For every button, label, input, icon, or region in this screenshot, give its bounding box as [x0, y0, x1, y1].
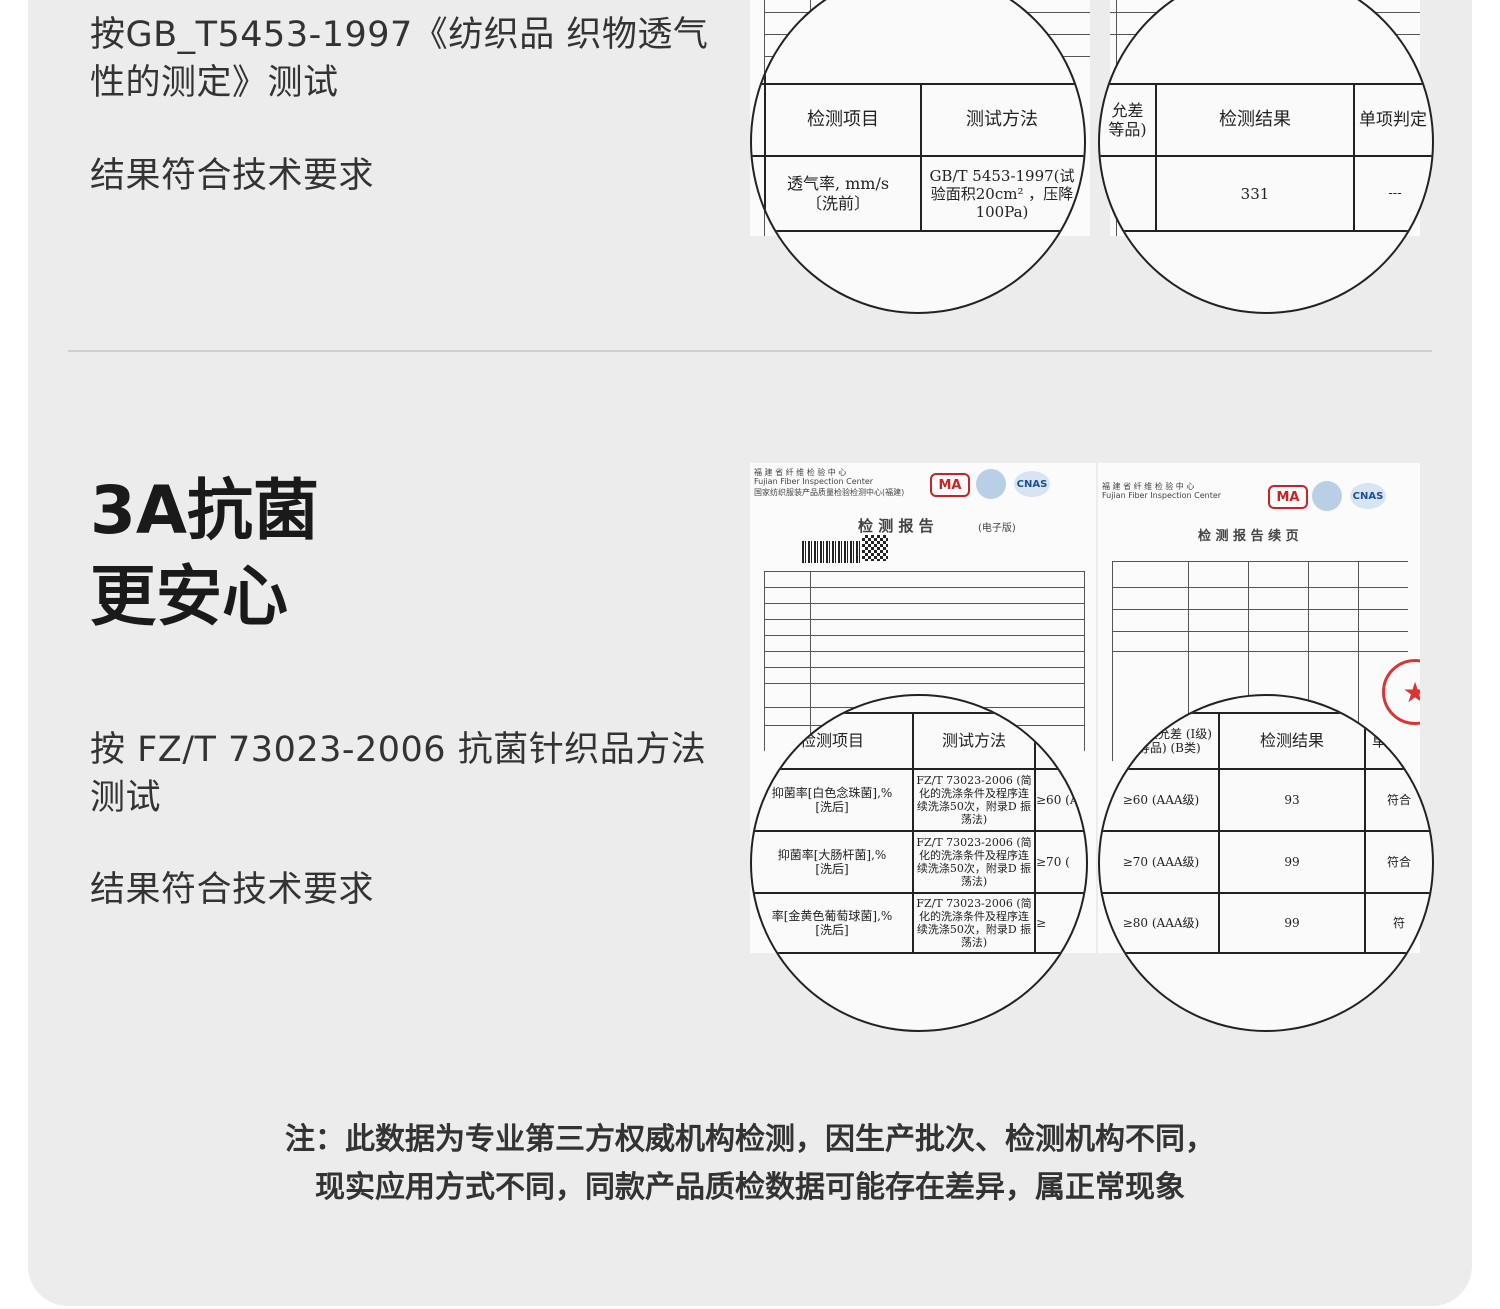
- section2-desc-line1: 按 FZ/T 73023-2006 抗菌针织品方法: [90, 730, 707, 770]
- cma-badge-2: MA: [1268, 485, 1308, 509]
- section1-description: 按GB_T5453-1997《纺织品 织物透气 性的测定》测试: [90, 11, 708, 107]
- ilac-badge-icon: [976, 469, 1006, 499]
- row-candida-standard: ≥60 (A: [1036, 792, 1079, 807]
- cell-air-permeability-result: 331: [1240, 184, 1270, 203]
- section2-title-line2: 更安心: [90, 558, 288, 635]
- section1-result: 结果符合技术要求: [90, 156, 375, 196]
- continue-report-title: 检 测 报 告 续 页: [1198, 529, 1299, 544]
- row-candida-item: 抑菌率[白色念珠菌],% [洗后]: [752, 770, 912, 830]
- row-ecoli-method: FZ/T 73023-2006 (简化的洗涤条件及程序连续洗涤50次，附录D 振…: [916, 835, 1032, 889]
- cell-air-permeability-method: GB/T 5453-1997(试 验面积20cm² ，压降 100Pa): [922, 157, 1082, 230]
- section-divider: [68, 350, 1432, 352]
- qr-code-icon: [862, 535, 888, 561]
- row-staph-standard: ≥: [1036, 915, 1047, 930]
- row1-judgment: 符合: [1386, 792, 1411, 807]
- header-test-item: 检测项目: [807, 109, 879, 131]
- barcode-icon: [802, 541, 860, 563]
- header-item-judgment-2: 单项判: [1372, 732, 1418, 750]
- section2-title: 3A抗菌 更安心: [90, 468, 319, 640]
- disclaimer-line1: 注：此数据为专业第三方权威机构检测，因生产批次、检测机构不同，: [285, 1122, 1215, 1157]
- cell-air-permeability-judgment: ---: [1388, 185, 1402, 201]
- method-line3: 100Pa): [975, 202, 1029, 221]
- row-candida-method: FZ/T 73023-2006 (简化的洗涤条件及程序连续洗涤50次，附录D 振…: [916, 773, 1032, 827]
- magnifier-air-permeability-result: 允差 等品) 检测结果 单项判定 331 ---: [1098, 0, 1434, 314]
- org-name-en: Fujian Fiber Inspection Center: [754, 477, 874, 486]
- row2-judgment: 符合: [1386, 854, 1411, 869]
- cell-air-permeability-cond: 〔洗前〕: [805, 193, 870, 213]
- row3-result: 99: [1284, 915, 1300, 930]
- section2-description: 按 FZ/T 73023-2006 抗菌针织品方法 测试: [90, 726, 706, 822]
- org-subname: 国家纺织服装产品质量检验检测中心(福建): [754, 488, 905, 497]
- row3-standard: ≥80 (AAA级): [1122, 915, 1200, 930]
- row-ecoli-name: 抑菌率[大肠杆菌],%: [777, 847, 887, 862]
- cnas-badge-2: CNAS: [1350, 483, 1386, 509]
- cell-air-permeability-name: 透气率, mm/s: [786, 174, 890, 194]
- row2-result: 99: [1284, 854, 1300, 869]
- row-staph-cond: [洗后]: [815, 923, 849, 937]
- report-edition: (电子版): [978, 523, 1016, 534]
- report-title: 检 测 报 告: [858, 517, 934, 535]
- header-tolerance-line2: 等品): [1108, 120, 1147, 139]
- section1-desc-line1: 按GB_T5453-1997《纺织品 织物透气: [90, 15, 709, 55]
- method-line1: GB/T 5453-1997(试: [929, 166, 1075, 185]
- cma-badge: MA: [930, 473, 970, 497]
- row-staph-item: 率[金黄色葡萄球菌],% [洗后]: [752, 894, 912, 952]
- section2-desc-line2: 测试: [90, 778, 162, 818]
- section2-result: 结果符合技术要求: [90, 870, 375, 910]
- row-ecoli-item: 抑菌率[大肠杆菌],% [洗后]: [752, 832, 912, 892]
- row-ecoli-cond: [洗后]: [815, 862, 849, 876]
- cell-air-permeability: 透气率, mm/s 〔洗前〕: [756, 157, 920, 230]
- header-standard-partial: 标(I级: [1041, 732, 1081, 749]
- magnifier-antibacterial-result: 标准值及允差 (I级)(一等品) (B类) 检测结果 单项判 ≥60 (AAA级…: [1098, 694, 1434, 1032]
- header-test-result: 检测结果: [1219, 109, 1291, 131]
- section1-desc-line2: 性的测定》测试: [90, 63, 339, 103]
- header-item-judgment: 单项判定: [1359, 109, 1427, 130]
- content-panel: 按GB_T5453-1997《纺织品 织物透气 性的测定》测试 结果符合技术要求…: [28, 0, 1472, 1306]
- header-test-item-2: 检测项目: [799, 731, 864, 751]
- method-line2: 验面积20cm² ，压降: [930, 184, 1074, 203]
- header-tolerance-line1: 允差: [1111, 100, 1144, 120]
- row1-standard: ≥60 (AAA级): [1122, 792, 1200, 807]
- header-test-method-2: 测试方法: [941, 731, 1006, 751]
- row2-standard: ≥70 (AAA级): [1122, 854, 1200, 869]
- row-candida-name: 抑菌率[白色念珠菌],%: [771, 785, 893, 800]
- row-staph-name: 率[金黄色葡萄球菌],%: [771, 908, 893, 923]
- row3-judgment: 符: [1392, 915, 1405, 930]
- header-test-result-2: 检测结果: [1259, 731, 1324, 751]
- row1-result: 93: [1284, 792, 1300, 807]
- row-ecoli-standard: ≥70 (: [1036, 854, 1070, 869]
- magnifier-antibacterial-method: 检测项目 测试方法 标(I级 抑菌率[白色念珠菌],% [洗后] FZ/T 73…: [750, 694, 1088, 1032]
- magnifier-air-permeability-method: 检测项目 测试方法 透气率, mm/s 〔洗前〕 GB/T 5453-1997(…: [750, 0, 1086, 314]
- org-name-en-2: Fujian Fiber Inspection Center: [1102, 491, 1222, 500]
- header-test-method: 测试方法: [966, 109, 1038, 131]
- row-candida-cond: [洗后]: [815, 800, 849, 814]
- header-standard-tolerance: 标准值及允差 (I级)(一等品) (B类): [1110, 726, 1212, 755]
- ilac-badge-icon-2: [1312, 481, 1342, 511]
- section2-title-line1: 3A抗菌: [90, 472, 320, 549]
- cnas-badge: CNAS: [1014, 471, 1050, 497]
- header-tolerance: 允差 等品): [1100, 85, 1155, 155]
- disclaimer-line2: 现实应用方式不同，同款产品质检数据可能存在差异，属正常现象: [315, 1170, 1185, 1205]
- row-staph-method: FZ/T 73023-2006 (简化的洗涤条件及程序连续洗涤50次，附录D 振…: [916, 896, 1032, 950]
